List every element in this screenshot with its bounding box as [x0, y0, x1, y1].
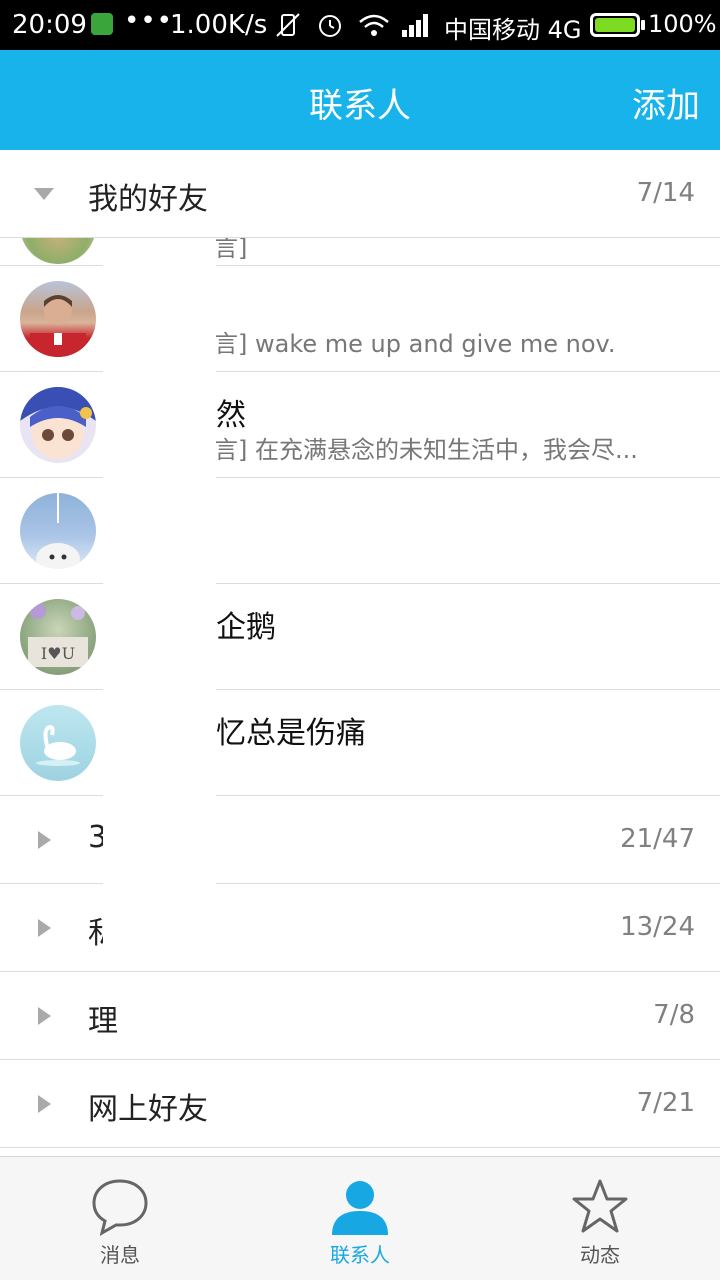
battery-tip — [641, 20, 645, 30]
group-count: 7/8 — [653, 1000, 695, 1030]
group-name: 理 — [88, 1004, 118, 1039]
expand-arrow-icon — [38, 1007, 51, 1025]
tab-moments[interactable]: 动态 — [480, 1157, 720, 1281]
star-icon — [572, 1179, 628, 1233]
expand-arrow-icon — [38, 1095, 51, 1113]
group-count: 7/14 — [636, 178, 695, 208]
svg-text:I♥U: I♥U — [41, 644, 75, 663]
wifi-icon — [359, 14, 389, 36]
avatar — [20, 281, 96, 357]
add-button[interactable]: 添加 — [632, 78, 700, 127]
tab-label: 消息 — [100, 1243, 140, 1267]
expand-arrow-icon — [38, 919, 51, 937]
contact-signature: 言] — [214, 238, 248, 262]
battery-icon — [590, 13, 640, 37]
avatar — [20, 387, 96, 463]
contact-name: 然 — [216, 398, 246, 433]
contact-name: 企鹅 — [216, 610, 276, 645]
person-icon — [332, 1181, 388, 1235]
carrier-name: 中国移动 4G — [444, 16, 582, 44]
group-online-friends[interactable]: 网上好友 7/21 — [0, 1060, 720, 1148]
avatar — [20, 705, 96, 781]
group-count: 13/24 — [620, 912, 695, 942]
page-title: 联系人 — [309, 86, 411, 126]
group-name: 我的好友 — [88, 182, 208, 217]
tab-contacts[interactable]: 联系人 — [240, 1157, 480, 1281]
contact-signature: 言] wake me up and give me nov. — [214, 330, 616, 358]
vibrate-off-icon — [276, 13, 300, 37]
avatar: I♥U — [20, 599, 96, 675]
status-time: 20:09 — [12, 10, 87, 40]
contact-name: 忆总是伤痛 — [216, 716, 366, 751]
signal-icon — [402, 14, 428, 37]
expand-arrow-icon — [38, 831, 51, 849]
group-my-friends[interactable]: 我的好友 7/14 — [0, 150, 720, 238]
tab-messages[interactable]: 消息 — [0, 1157, 240, 1281]
avatar — [20, 493, 96, 569]
redaction-mask — [103, 238, 216, 970]
title-bar: 联系人 添加 — [0, 50, 720, 150]
group-row[interactable]: 理 7/8 — [0, 972, 720, 1060]
tab-label: 联系人 — [330, 1243, 390, 1267]
battery-percent: 100% — [648, 10, 717, 38]
group-count: 7/21 — [636, 1088, 695, 1118]
bottom-tab-bar: 消息 联系人 动态 — [0, 1156, 720, 1280]
group-name: 网上好友 — [88, 1092, 208, 1127]
more-notifications-icon: ••• — [124, 6, 174, 36]
alarm-icon — [319, 15, 341, 37]
chat-bubble-icon — [92, 1179, 148, 1237]
status-bar: 20:09 ••• 1.00K/s 中国移动 4G 100% — [0, 0, 720, 50]
collapse-arrow-icon — [34, 188, 54, 200]
tab-label: 动态 — [580, 1243, 620, 1267]
group-count: 21/47 — [620, 824, 695, 854]
avatar — [20, 238, 96, 264]
app-notification-icon — [91, 13, 113, 35]
contact-signature: 言] 在充满悬念的未知生活中，我会尽... — [214, 436, 638, 464]
network-speed: 1.00K/s — [170, 10, 268, 40]
